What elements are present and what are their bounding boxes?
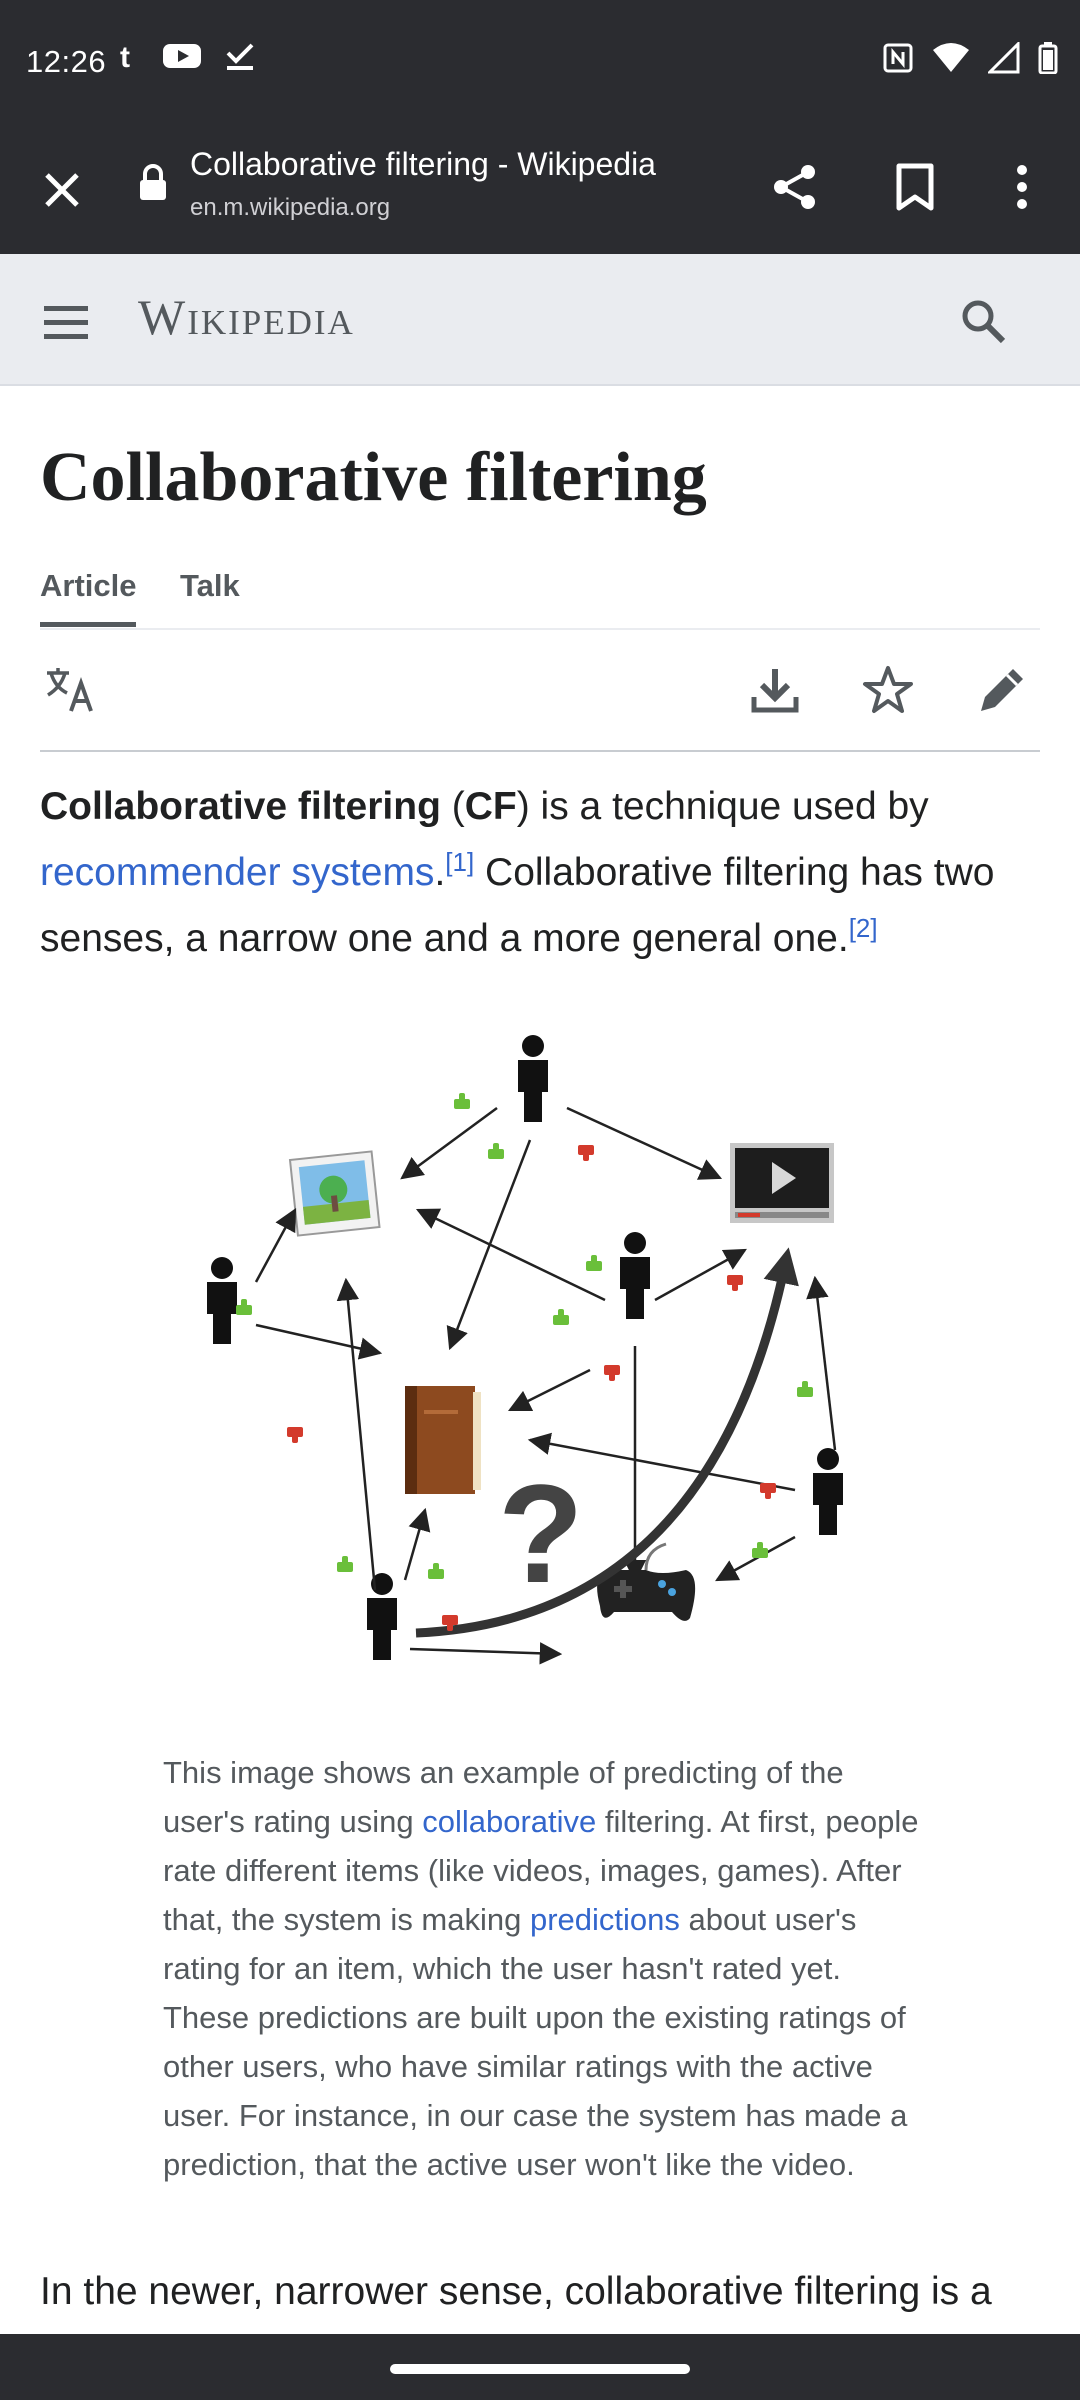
main-menu-button[interactable] bbox=[34, 290, 98, 354]
link-collaborative[interactable]: collaborative bbox=[422, 1804, 596, 1839]
svg-text:t: t bbox=[120, 41, 130, 71]
language-button[interactable] bbox=[40, 660, 100, 720]
caption-text: about user's rating for an item, which t… bbox=[163, 1902, 908, 2182]
browser-toolbar: Collaborative filtering - Wikipedia en.m… bbox=[0, 128, 1080, 254]
bold-term: Collaborative filtering bbox=[40, 785, 441, 828]
home-gesture-handle[interactable] bbox=[390, 2364, 690, 2374]
wifi-icon bbox=[933, 43, 969, 72]
signal-icon bbox=[988, 42, 1020, 74]
more-vert-icon bbox=[1017, 165, 1027, 209]
menu-icon bbox=[44, 306, 88, 339]
bookmark-icon bbox=[896, 163, 934, 211]
nfc-icon bbox=[883, 43, 913, 73]
article-title: Collaborative filtering bbox=[40, 439, 707, 516]
lead-text: ( bbox=[440, 785, 465, 828]
tab-article[interactable]: Article bbox=[40, 568, 137, 627]
figure-illustration: ? bbox=[207, 1035, 843, 1665]
game-item bbox=[597, 1542, 696, 1621]
language-icon bbox=[47, 668, 93, 712]
link-predictions[interactable]: predictions bbox=[530, 1902, 680, 1937]
wikipedia-wordmark[interactable]: Wikipedia bbox=[138, 288, 355, 346]
page-title-bar[interactable]: Collaborative filtering - Wikipedia bbox=[190, 146, 656, 183]
system-navigation-bar bbox=[0, 2334, 1080, 2400]
reference-1[interactable]: [1] bbox=[445, 847, 474, 877]
article-paragraph: In the newer, narrower sense, collaborat… bbox=[40, 2270, 992, 2313]
search-button[interactable] bbox=[950, 288, 1016, 354]
lead-text: ) is a technique used by bbox=[516, 785, 929, 828]
status-notification-icons: t bbox=[118, 40, 256, 72]
question-mark: ? bbox=[498, 1455, 584, 1612]
edit-icon bbox=[981, 669, 1023, 711]
battery-icon bbox=[1038, 42, 1058, 74]
tumblr-icon: t bbox=[120, 41, 130, 71]
wikipedia-header: Wikipedia bbox=[0, 254, 1080, 386]
collaborative-filtering-figure[interactable]: ? bbox=[190, 1010, 870, 1710]
share-icon bbox=[774, 165, 815, 209]
page-url[interactable]: en.m.wikipedia.org bbox=[190, 194, 390, 222]
user-figure bbox=[813, 1448, 843, 1535]
edit-button[interactable] bbox=[972, 660, 1032, 720]
close-tab-button[interactable] bbox=[30, 158, 94, 222]
status-system-icons bbox=[882, 42, 1058, 74]
status-time: 12:26 bbox=[26, 44, 107, 79]
user-figure bbox=[367, 1573, 397, 1660]
tab-talk[interactable]: Talk bbox=[180, 568, 240, 622]
download-icon bbox=[751, 669, 799, 713]
lock-icon bbox=[140, 164, 166, 200]
user-figure bbox=[518, 1035, 548, 1122]
book-item bbox=[405, 1386, 481, 1494]
page-actions-bar bbox=[40, 630, 1040, 752]
close-icon bbox=[45, 173, 79, 207]
image-item bbox=[288, 1150, 381, 1237]
user-figure bbox=[620, 1232, 650, 1319]
share-button[interactable] bbox=[762, 154, 828, 220]
video-item bbox=[730, 1143, 834, 1223]
bold-abbr: CF bbox=[464, 785, 517, 828]
check-icon bbox=[226, 43, 254, 70]
youtube-icon bbox=[163, 44, 201, 68]
reference-2[interactable]: [2] bbox=[849, 913, 878, 943]
more-options-button[interactable] bbox=[992, 154, 1052, 220]
link-recommender-systems[interactable]: recommender systems bbox=[40, 851, 434, 894]
lead-text: . bbox=[434, 851, 446, 894]
bookmark-button[interactable] bbox=[882, 154, 948, 220]
download-button[interactable] bbox=[745, 660, 805, 720]
figure-caption: This image shows an example of predictin… bbox=[163, 1748, 933, 2189]
lead-paragraph: Collaborative filtering (CF) is a techni… bbox=[40, 774, 1050, 972]
search-icon bbox=[962, 300, 1006, 344]
user-figure bbox=[207, 1257, 237, 1344]
status-bar: 12:26 t bbox=[0, 0, 1080, 128]
watch-star-button[interactable] bbox=[858, 660, 918, 720]
namespace-tabs: Article Talk bbox=[40, 560, 1040, 630]
star-icon bbox=[863, 666, 913, 713]
